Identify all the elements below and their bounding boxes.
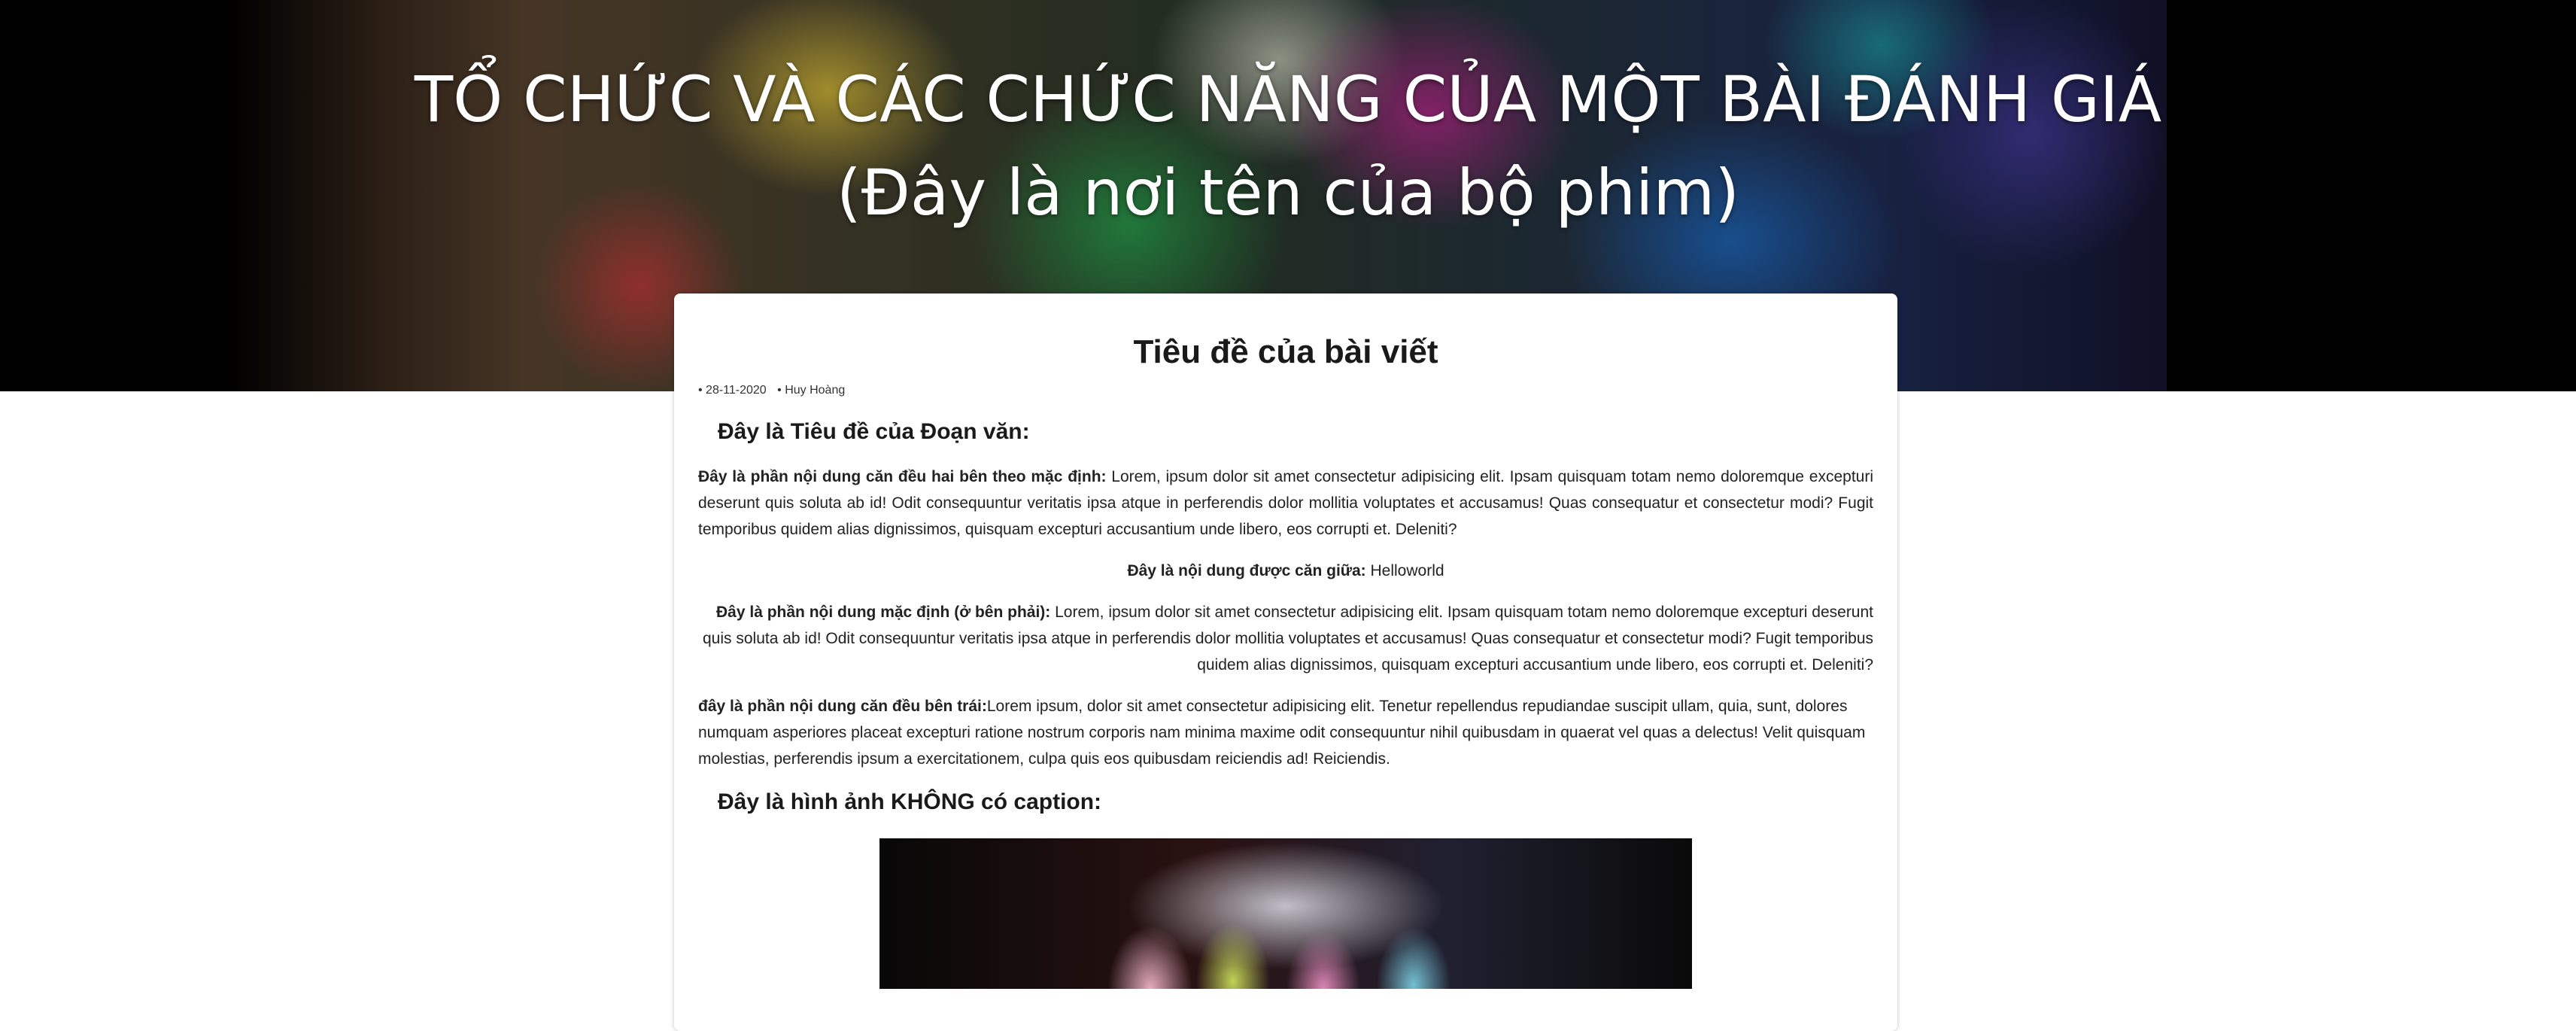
hero-title-line-2: (Đây là nơi tên của bộ phim) xyxy=(837,156,1739,230)
hero-title: TỔ CHỨC VÀ CÁC CHỨC NĂNG CỦA MỘT BÀI ĐÁN… xyxy=(0,53,2576,239)
paragraph-right: Đây là phần nội dung mặc định (ở bên phả… xyxy=(698,599,1873,678)
section-title-image: Đây là hình ảnh KHÔNG có caption: xyxy=(718,789,1102,814)
paragraph-center-label: Đây là nội dung được căn giữa: xyxy=(1127,562,1366,579)
paragraph-justify-label: Đây là phần nội dung căn đều hai bên the… xyxy=(698,468,1107,485)
paragraph-justify: Đây là phần nội dung căn đều hai bên the… xyxy=(698,464,1873,543)
article-card: Tiêu đề của bài viết • 28-11-2020 • Huy … xyxy=(674,293,1897,1031)
paragraph-left: đây là phần nội dung căn đều bên trái:Lo… xyxy=(698,693,1873,772)
article-date: • 28-11-2020 xyxy=(698,384,767,397)
paragraph-center: Đây là nội dung được căn giữa: Helloworl… xyxy=(698,558,1873,584)
article-author[interactable]: • Huy Hoàng xyxy=(777,384,845,397)
article-image xyxy=(879,838,1692,989)
paragraph-left-label: đây là phần nội dung căn đều bên trái: xyxy=(698,698,987,715)
article-title: Tiêu đề của bài viết xyxy=(1133,333,1438,370)
paragraph-right-label: Đây là phần nội dung mặc định (ở bên phả… xyxy=(716,604,1051,621)
paragraph-center-text: Helloworld xyxy=(1365,562,1444,579)
article-meta: • 28-11-2020 • Huy Hoàng xyxy=(698,384,1873,397)
section-title-paragraph: Đây là Tiêu đề của Đoạn văn: xyxy=(718,419,1030,444)
hero-title-line-1: TỔ CHỨC VÀ CÁC CHỨC NĂNG CỦA MỘT BÀI ĐÁN… xyxy=(414,62,2162,136)
